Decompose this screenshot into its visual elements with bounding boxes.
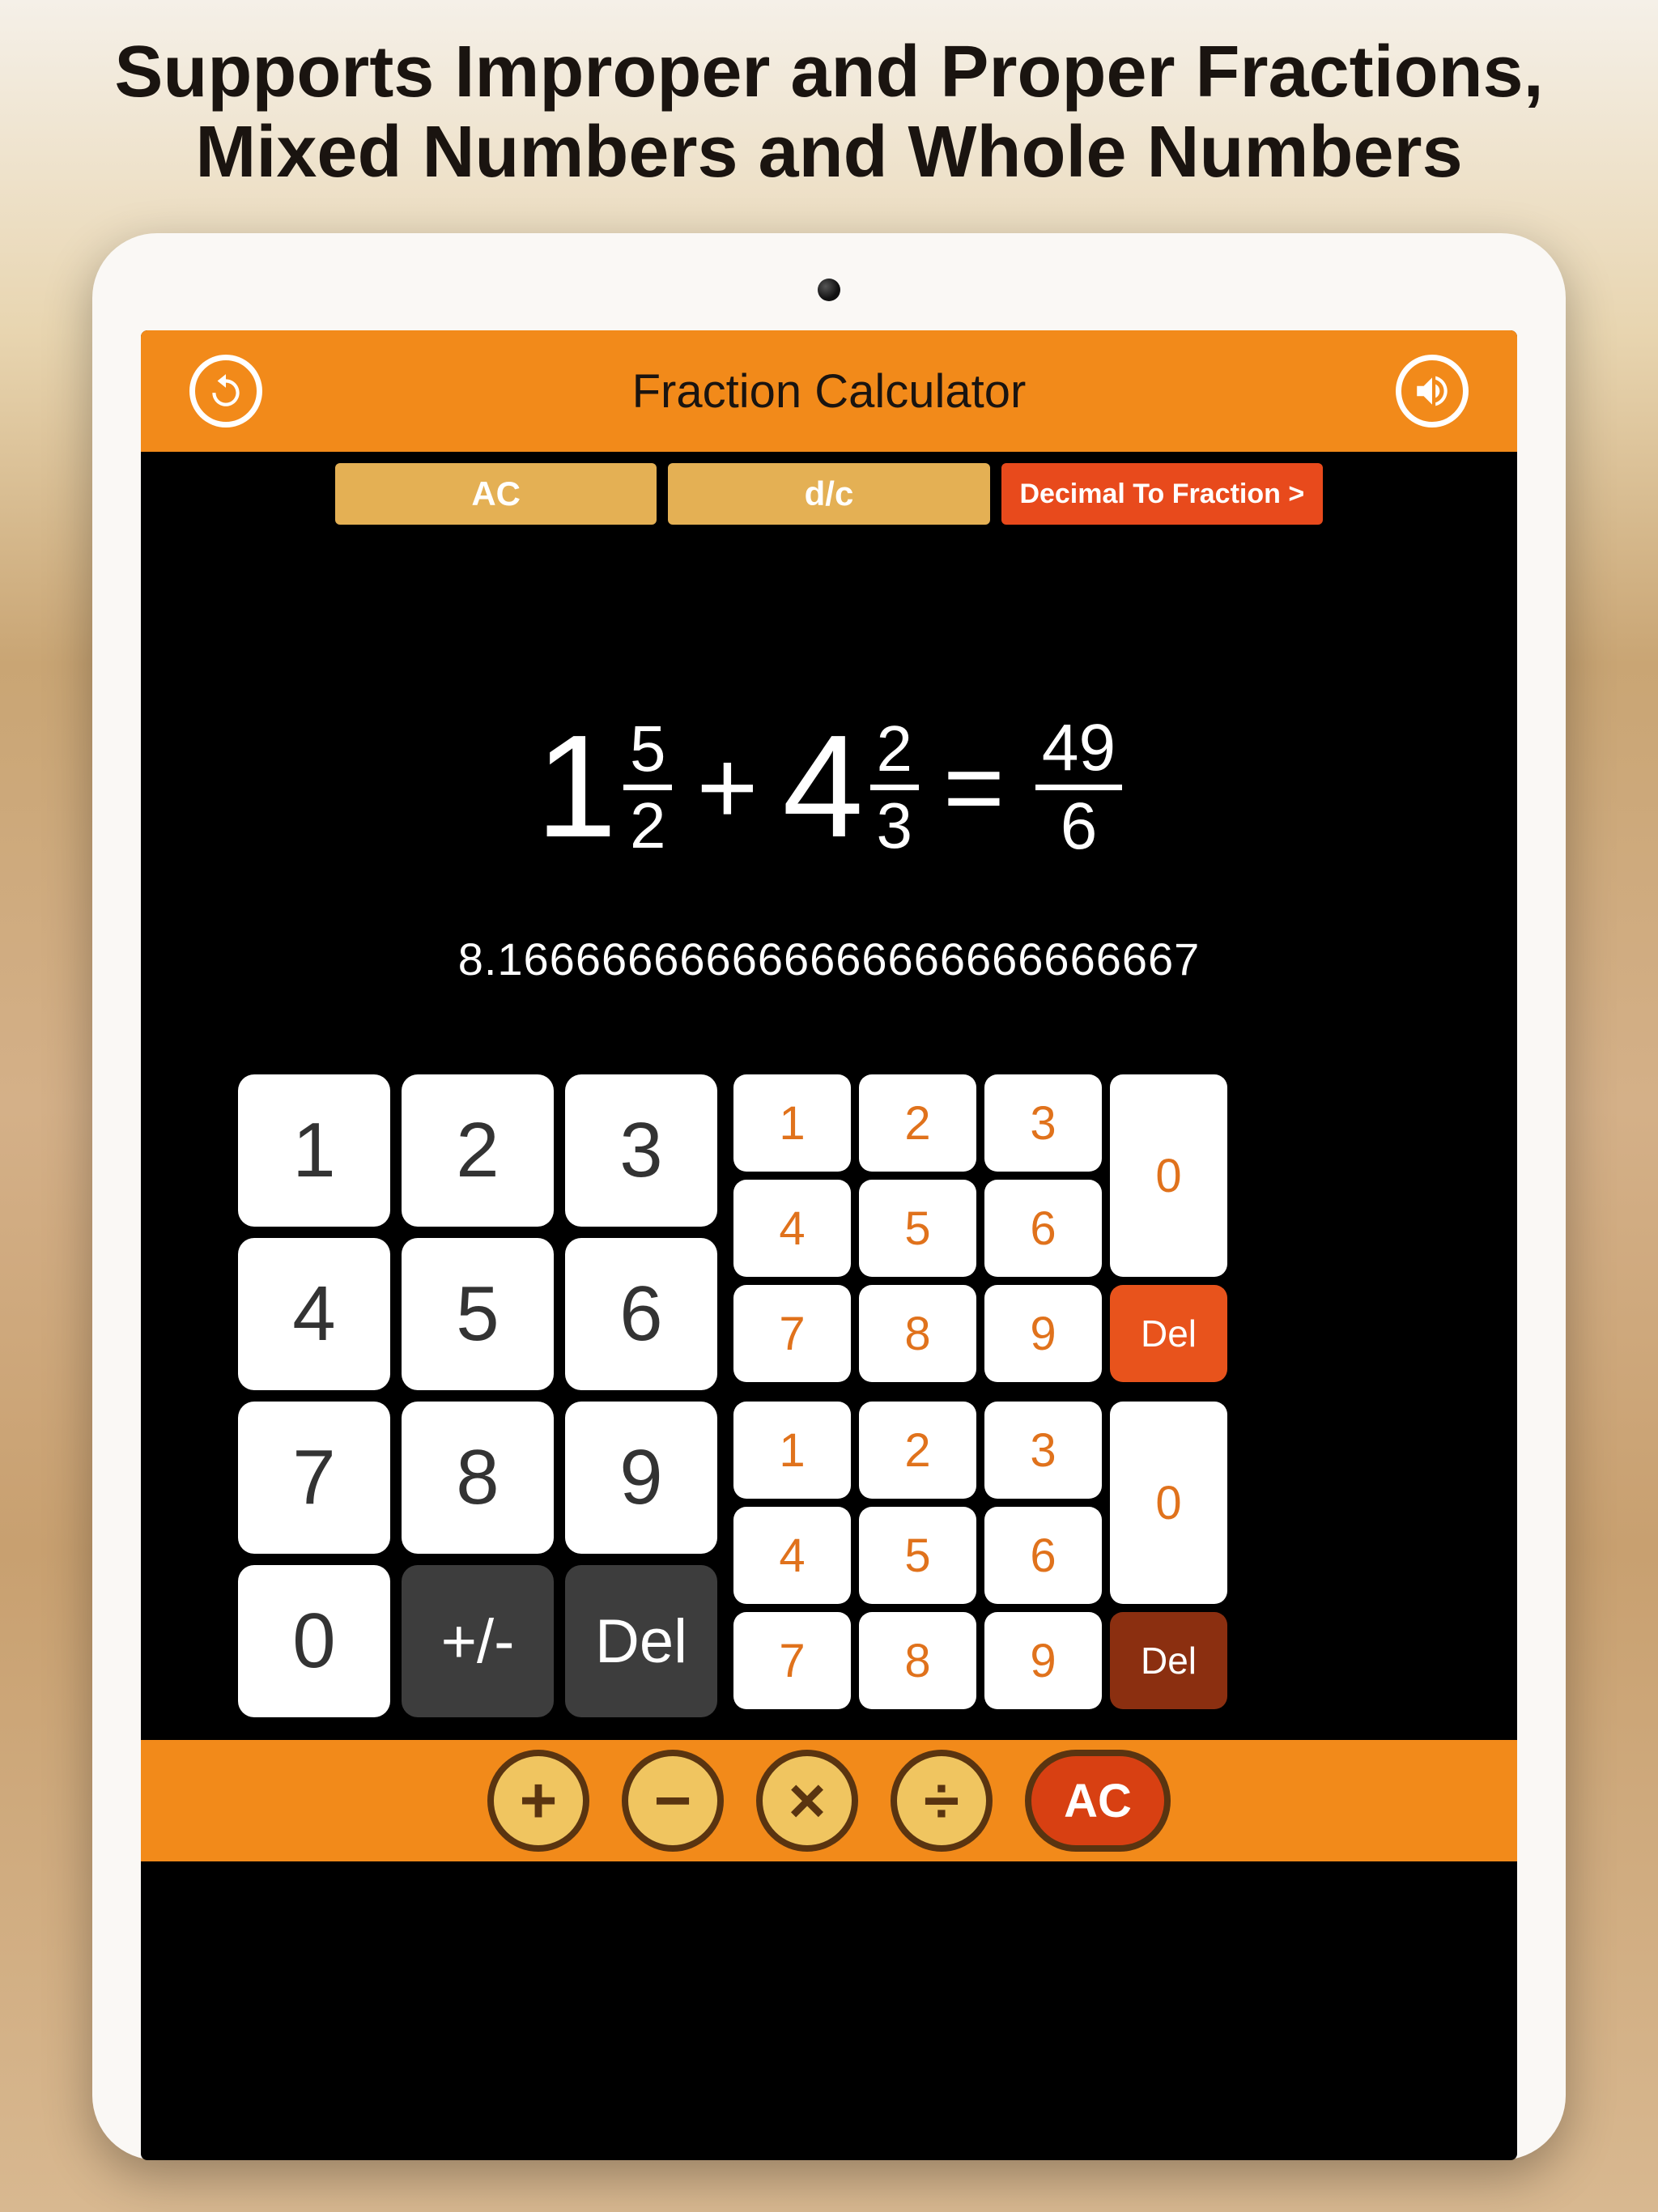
term1-fraction: 5 2	[623, 717, 673, 858]
op-minus[interactable]: −	[622, 1750, 724, 1852]
num-key-2[interactable]: 2	[859, 1074, 976, 1172]
num-key-5[interactable]: 5	[859, 1180, 976, 1277]
num-key-9[interactable]: 9	[984, 1285, 1102, 1382]
topbar: Fraction Calculator	[141, 330, 1517, 452]
key-1[interactable]: 1	[238, 1074, 390, 1227]
num-key-6[interactable]: 6	[984, 1180, 1102, 1277]
sound-icon[interactable]	[1396, 355, 1469, 428]
key-0[interactable]: 0	[238, 1565, 390, 1717]
keypad-area: 1 2 3 4 5 6 7 8 9 0 +/- Del 1 2 3 0 4	[141, 1018, 1517, 1740]
den-key-del[interactable]: Del	[1110, 1612, 1227, 1709]
undo-icon[interactable]	[189, 355, 262, 428]
term2-numerator: 2	[870, 717, 920, 790]
term2-fraction: 2 3	[870, 717, 920, 858]
term-2: 4 2 3	[782, 714, 919, 860]
key-2[interactable]: 2	[402, 1074, 554, 1227]
app-screen: Fraction Calculator AC d/c Decimal To Fr…	[141, 330, 1517, 2160]
den-key-7[interactable]: 7	[733, 1612, 851, 1709]
op-multiply[interactable]: ×	[756, 1750, 858, 1852]
den-key-6[interactable]: 6	[984, 1507, 1102, 1604]
tab-decimal-to-fraction[interactable]: Decimal To Fraction >	[1001, 463, 1323, 525]
num-key-8[interactable]: 8	[859, 1285, 976, 1382]
operator: +	[696, 726, 758, 848]
op-plus[interactable]: +	[487, 1750, 589, 1852]
op-divide[interactable]: ÷	[891, 1750, 993, 1852]
key-6[interactable]: 6	[565, 1238, 717, 1390]
num-key-1[interactable]: 1	[733, 1074, 851, 1172]
term2-denominator: 3	[870, 790, 920, 858]
key-3[interactable]: 3	[565, 1074, 717, 1227]
term-1: 1 5 2	[536, 714, 673, 860]
tab-ac[interactable]: AC	[335, 463, 657, 525]
num-key-3[interactable]: 3	[984, 1074, 1102, 1172]
term1-denominator: 2	[623, 790, 673, 858]
den-key-8[interactable]: 8	[859, 1612, 976, 1709]
key-5[interactable]: 5	[402, 1238, 554, 1390]
operator-bar: + − × ÷ AC	[141, 1740, 1517, 1861]
tab-dc[interactable]: d/c	[668, 463, 989, 525]
display-area: 1 5 2 + 4 2 3 = 49 6	[141, 536, 1517, 1018]
term2-whole: 4	[782, 714, 863, 860]
numerator-keypad: 1 2 3 0 4 5 6 7 8 9 Del	[733, 1074, 1227, 1382]
main-keypad: 1 2 3 4 5 6 7 8 9 0 +/- Del	[238, 1074, 717, 1717]
tablet-frame: Fraction Calculator AC d/c Decimal To Fr…	[92, 233, 1566, 2160]
den-key-5[interactable]: 5	[859, 1507, 976, 1604]
result-numerator: 49	[1035, 715, 1122, 790]
key-8[interactable]: 8	[402, 1402, 554, 1554]
term1-whole: 1	[536, 714, 617, 860]
den-key-9[interactable]: 9	[984, 1612, 1102, 1709]
equals-sign: =	[943, 726, 1005, 848]
camera-dot	[818, 279, 840, 301]
key-9[interactable]: 9	[565, 1402, 717, 1554]
term1-numerator: 5	[623, 717, 673, 790]
key-4[interactable]: 4	[238, 1238, 390, 1390]
fraction-keypads: 1 2 3 0 4 5 6 7 8 9 Del 1 2 3 0	[733, 1074, 1227, 1717]
key-7[interactable]: 7	[238, 1402, 390, 1554]
num-key-7[interactable]: 7	[733, 1285, 851, 1382]
result-denominator: 6	[1054, 790, 1104, 860]
den-key-0[interactable]: 0	[1110, 1402, 1227, 1604]
promo-headline: Supports Improper and Proper Fractions, …	[0, 0, 1658, 217]
key-sign[interactable]: +/-	[402, 1565, 554, 1717]
num-key-4[interactable]: 4	[733, 1180, 851, 1277]
den-key-3[interactable]: 3	[984, 1402, 1102, 1499]
result-fraction: 49 6	[1035, 715, 1122, 860]
num-key-0[interactable]: 0	[1110, 1074, 1227, 1277]
equation: 1 5 2 + 4 2 3 = 49 6	[189, 714, 1469, 860]
den-key-1[interactable]: 1	[733, 1402, 851, 1499]
den-key-4[interactable]: 4	[733, 1507, 851, 1604]
tab-row: AC d/c Decimal To Fraction >	[141, 452, 1517, 536]
op-ac[interactable]: AC	[1025, 1750, 1171, 1852]
decimal-result: 8.166666666666666666666666667	[189, 933, 1469, 985]
key-del[interactable]: Del	[565, 1565, 717, 1717]
num-key-del[interactable]: Del	[1110, 1285, 1227, 1382]
denominator-keypad: 1 2 3 0 4 5 6 7 8 9 Del	[733, 1402, 1227, 1709]
page-title: Fraction Calculator	[632, 364, 1027, 419]
den-key-2[interactable]: 2	[859, 1402, 976, 1499]
